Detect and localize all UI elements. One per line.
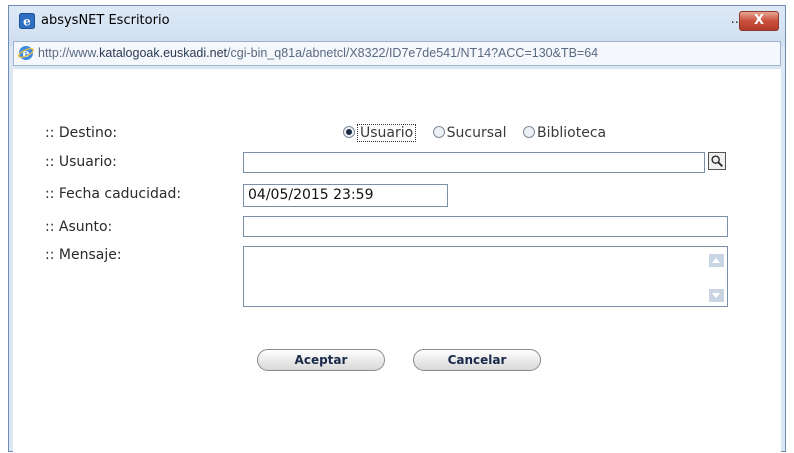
mensaje-textarea[interactable] <box>243 246 728 307</box>
radio-dot-icon <box>432 126 445 138</box>
mensaje-label: :: Mensaje: <box>45 247 122 263</box>
radio-usuario-label: Usuario <box>357 124 417 142</box>
asunto-label: :: Asunto: <box>45 219 113 235</box>
destino-radio-group: Usuario Sucursal Biblioteca <box>343 124 618 142</box>
accept-button[interactable]: Aceptar <box>257 349 385 371</box>
asunto-input[interactable] <box>243 216 728 237</box>
url-text: http://www.katalogoak.euskadi.net/cgi-bi… <box>38 46 598 60</box>
ie-icon: e <box>18 46 34 60</box>
radio-sucursal-label: Sucursal <box>446 125 507 141</box>
radio-biblioteca[interactable]: Biblioteca <box>522 125 607 141</box>
ie-icon: e <box>19 13 35 29</box>
title-bar: e absysNET Escritorio ... X <box>9 6 785 46</box>
fecha-input[interactable]: 04/05/2015 23:59 <box>243 184 448 207</box>
radio-dot-icon <box>343 126 355 138</box>
usuario-input[interactable] <box>243 152 705 173</box>
window-title: absysNET Escritorio <box>41 13 170 28</box>
search-icon[interactable] <box>708 152 726 170</box>
address-bar[interactable]: e http://www.katalogoak.euskadi.net/cgi-… <box>13 41 781 66</box>
fecha-label: :: Fecha caducidad: <box>45 186 182 202</box>
scroll-up-icon[interactable] <box>709 254 724 267</box>
radio-usuario[interactable]: Usuario <box>343 124 417 142</box>
radio-dot-icon <box>522 126 535 138</box>
url-path: /cgi-bin_q81a/abnetcl/X8322/ID7e7de541/N… <box>227 46 599 60</box>
destino-label: :: Destino: <box>45 125 118 141</box>
url-domain: katalogoak.euskadi.net <box>99 46 228 60</box>
radio-sucursal[interactable]: Sucursal <box>432 125 507 141</box>
cancel-button[interactable]: Cancelar <box>413 349 541 371</box>
svg-text:e: e <box>23 15 31 29</box>
close-button[interactable]: X <box>739 11 779 31</box>
scroll-down-icon[interactable] <box>709 289 724 302</box>
dialog-window: e absysNET Escritorio ... X e http://www… <box>8 5 786 453</box>
radio-biblioteca-label: Biblioteca <box>536 125 607 141</box>
left-margin <box>0 0 8 452</box>
form-content: :: Destino: Usuario Sucursal Biblioteca … <box>13 69 781 453</box>
usuario-label: :: Usuario: <box>45 154 117 170</box>
url-prefix: http://www. <box>38 46 100 60</box>
